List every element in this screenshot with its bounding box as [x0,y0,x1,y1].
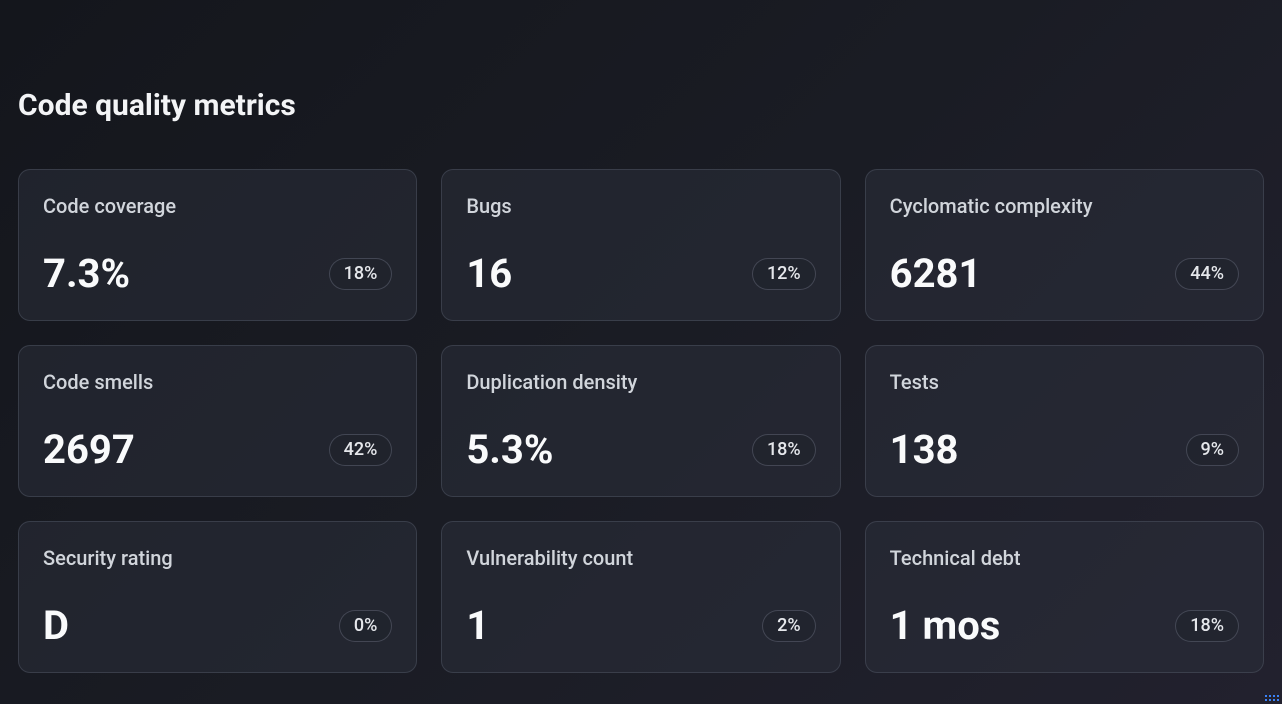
metric-card-cyclomatic-complexity[interactable]: Cyclomatic complexity 6281 44% [865,169,1264,321]
metric-label: Technical debt [890,546,1239,570]
metric-value: 1 [466,606,489,646]
metric-label: Code coverage [43,194,392,218]
metric-badge: 9% [1186,434,1239,466]
metrics-grid: Code coverage 7.3% 18% Bugs 16 12% Cyclo… [18,169,1264,673]
metric-label: Tests [890,370,1239,394]
metric-card-code-smells[interactable]: Code smells 2697 42% [18,345,417,497]
metric-badge: 2% [762,610,815,642]
metric-badge: 18% [752,434,816,466]
page-title: Code quality metrics [18,88,1264,123]
metric-value: 138 [890,430,959,470]
metric-badge: 0% [339,610,392,642]
metric-value: 2697 [43,430,135,470]
metric-value: 5.3% [466,430,553,470]
metric-label: Bugs [466,194,815,218]
metric-label: Code smells [43,370,392,394]
metric-value: D [43,606,69,646]
metric-card-security-rating[interactable]: Security rating D 0% [18,521,417,673]
metric-label: Duplication density [466,370,815,394]
metric-badge: 12% [752,258,816,290]
metric-badge: 42% [329,434,393,466]
metric-value: 1 mos [890,606,1001,646]
metric-badge: 44% [1175,258,1239,290]
metric-card-bugs[interactable]: Bugs 16 12% [441,169,840,321]
resize-handle-icon [1265,695,1279,701]
metric-value: 7.3% [43,254,130,294]
metric-card-vulnerability-count[interactable]: Vulnerability count 1 2% [441,521,840,673]
metric-card-code-coverage[interactable]: Code coverage 7.3% 18% [18,169,417,321]
metric-badge: 18% [1175,610,1239,642]
metric-label: Security rating [43,546,392,570]
metric-label: Cyclomatic complexity [890,194,1239,218]
metric-value: 6281 [890,254,982,294]
metric-card-tests[interactable]: Tests 138 9% [865,345,1264,497]
metric-card-technical-debt[interactable]: Technical debt 1 mos 18% [865,521,1264,673]
metric-badge: 18% [329,258,393,290]
metric-card-duplication-density[interactable]: Duplication density 5.3% 18% [441,345,840,497]
metric-value: 16 [466,254,512,294]
metric-label: Vulnerability count [466,546,815,570]
